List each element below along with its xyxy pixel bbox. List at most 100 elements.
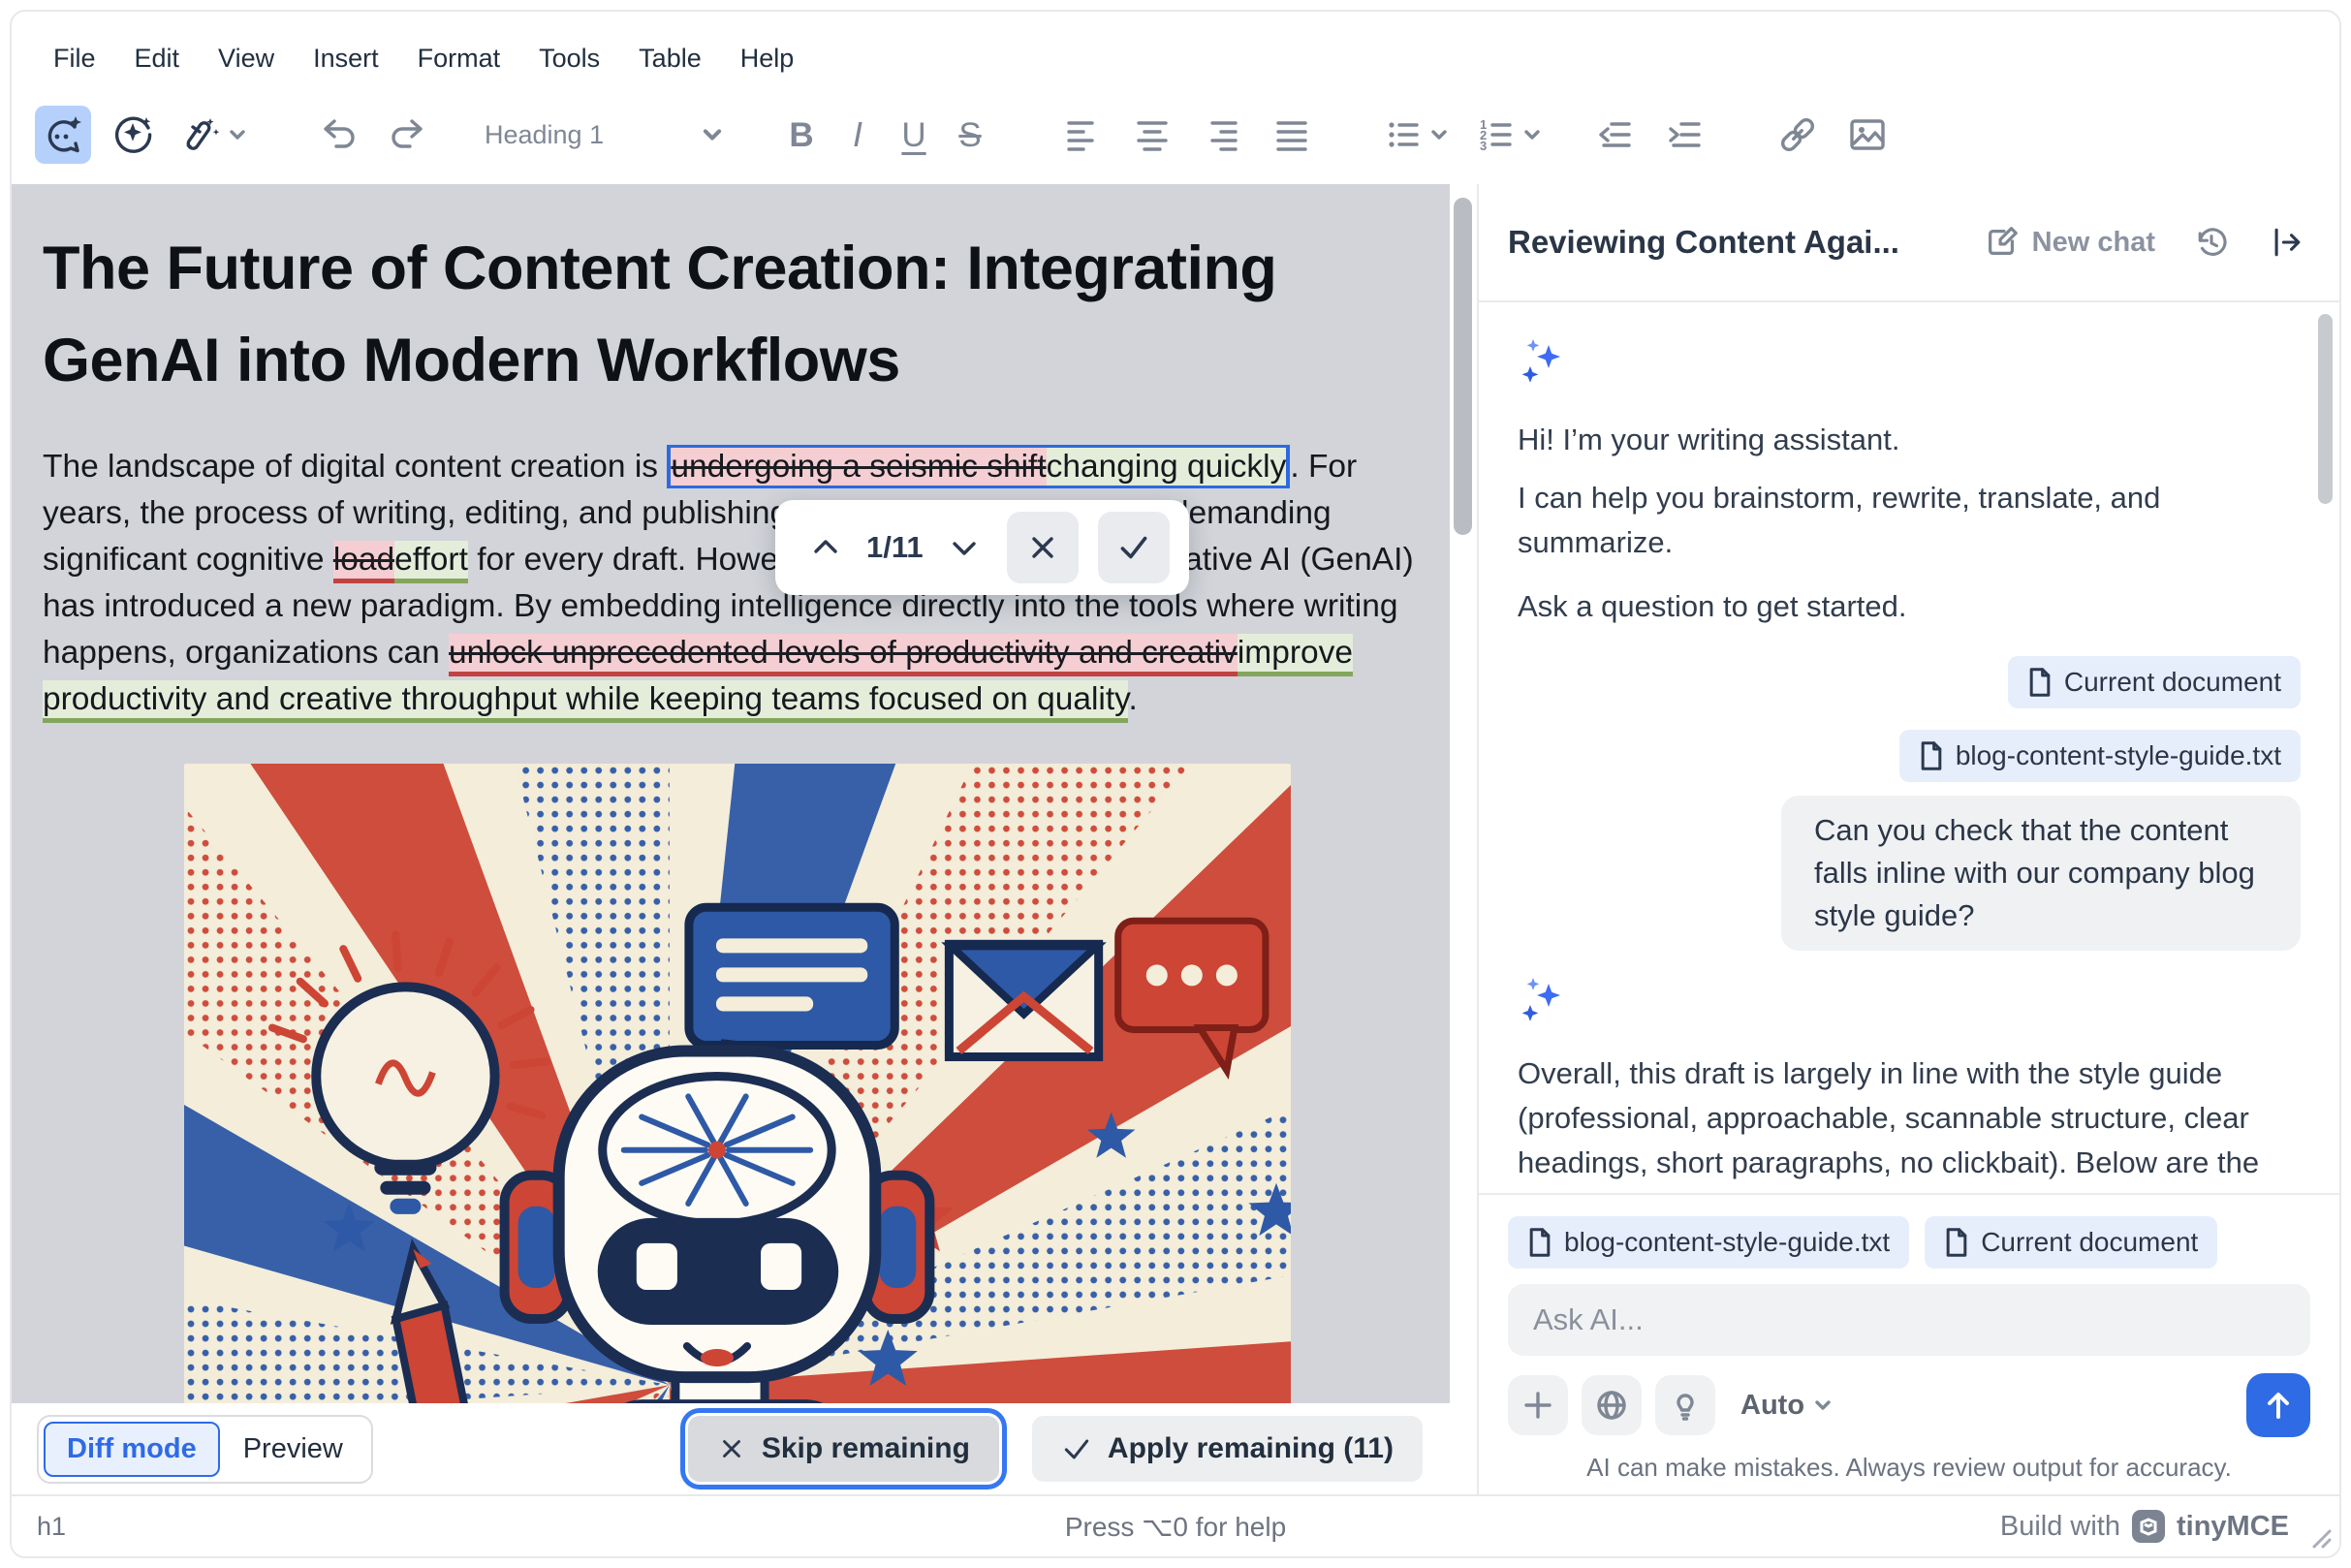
editor-scrollbar-thumb[interactable] (1454, 198, 1472, 535)
composer-chip-current-document[interactable]: Current document (1925, 1216, 2217, 1269)
send-button[interactable] (2246, 1373, 2310, 1437)
numbered-list-button[interactable]: 1 2 3 (1469, 106, 1549, 164)
menu-table[interactable]: Table (622, 36, 718, 81)
reject-diff-button[interactable] (1007, 512, 1079, 583)
history-icon (2192, 222, 2231, 263)
chat-history-button[interactable] (2186, 217, 2237, 267)
editor-scrollbar[interactable] (1450, 184, 1477, 1494)
link-button[interactable] (1770, 106, 1826, 164)
diff-del[interactable]: load (333, 541, 394, 583)
align-left-button[interactable] (1054, 106, 1111, 164)
bold-button[interactable]: B (773, 106, 830, 164)
menu-format[interactable]: Format (401, 36, 517, 81)
skip-remaining-button[interactable]: Skip remaining (688, 1416, 999, 1482)
chevron-down-icon (1812, 1395, 1834, 1416)
ask-ai-field[interactable] (1508, 1284, 2310, 1356)
ai-assistant-button[interactable] (35, 106, 91, 164)
document-paragraph[interactable]: The landscape of digital content creatio… (43, 444, 1421, 723)
document-icon (1944, 1228, 1969, 1257)
outdent-button[interactable] (1587, 106, 1644, 164)
diff-mode-toggle[interactable]: Diff mode (44, 1422, 220, 1477)
block-format-select[interactable]: Heading 1 (475, 106, 735, 164)
strikethrough-button[interactable]: S (942, 106, 998, 164)
insert-image-button[interactable] (1839, 106, 1896, 164)
outdent-icon (1594, 113, 1637, 156)
align-justify-icon (1270, 113, 1313, 156)
chevron-down-icon (947, 530, 982, 565)
new-chat-label: New chat (2032, 227, 2155, 259)
toolbar: Heading 1 B I U S (12, 85, 2339, 184)
context-chip-current-document[interactable]: Current document (2008, 656, 2301, 708)
globe-icon (1594, 1388, 1629, 1423)
diff-ins[interactable]: effort (394, 541, 468, 583)
chevron-down-icon (227, 124, 248, 145)
diff-del[interactable]: undergoing a seismic shift (671, 448, 1046, 486)
redo-button[interactable] (380, 106, 436, 164)
diff-ins[interactable]: changing quickly (1047, 448, 1287, 486)
underline-button[interactable]: U (886, 106, 942, 164)
ai-shortcuts-button[interactable] (105, 106, 161, 164)
menu-insert[interactable]: Insert (297, 36, 395, 81)
model-select[interactable]: Auto (1740, 1390, 1834, 1422)
element-path[interactable]: h1 (37, 1512, 66, 1542)
strikethrough-glyph: S (958, 118, 981, 152)
suggestions-button[interactable] (1655, 1375, 1715, 1435)
editor-pane: The Future of Content Creation: Integrat… (12, 184, 1479, 1494)
menu-view[interactable]: View (202, 36, 291, 81)
model-select-value: Auto (1740, 1390, 1804, 1422)
previous-diff-button[interactable] (802, 518, 849, 577)
tinymce-branding[interactable]: Build with tinyMCE (2000, 1510, 2289, 1543)
resize-handle-icon[interactable] (2306, 1523, 2332, 1549)
user-message: Can you check that the content falls inl… (1781, 796, 2301, 951)
check-icon (1061, 1433, 1092, 1464)
selected-diff[interactable]: undergoing a seismic shiftchanging quick… (667, 445, 1290, 488)
redo-icon (387, 113, 429, 156)
ai-assistant-sidebar: Reviewing Content Agai... New chat (1479, 184, 2339, 1494)
accept-diff-button[interactable] (1098, 512, 1170, 583)
add-attachment-button[interactable] (1508, 1375, 1568, 1435)
ai-disclaimer: AI can make mistakes. Always review outp… (1508, 1453, 2310, 1483)
ai-chat-icon (42, 113, 84, 156)
chevron-down-icon (1521, 124, 1543, 145)
magic-wand-icon (180, 113, 223, 156)
link-icon (1775, 112, 1820, 157)
context-chip-style-guide[interactable]: blog-content-style-guide.txt (1899, 730, 2301, 782)
ai-sparkles-icon (1518, 337, 1568, 388)
align-center-button[interactable] (1124, 106, 1180, 164)
composer-toolbar: Auto (1508, 1373, 2310, 1437)
composer-chip-style-guide[interactable]: blog-content-style-guide.txt (1508, 1216, 1909, 1269)
document-title[interactable]: The Future of Content Creation: Integrat… (43, 223, 1421, 407)
tinymce-logo-icon (2132, 1510, 2165, 1543)
bullet-list-icon (1382, 113, 1425, 156)
editor-content-area[interactable]: The Future of Content Creation: Integrat… (12, 184, 1450, 1494)
web-search-button[interactable] (1582, 1375, 1642, 1435)
skip-remaining-label: Skip remaining (762, 1432, 970, 1465)
apply-remaining-button[interactable]: Apply remaining (11) (1032, 1416, 1423, 1482)
document-image[interactable] (184, 764, 1291, 1436)
ai-quick-actions-button[interactable] (174, 106, 254, 164)
bullet-list-button[interactable] (1376, 106, 1456, 164)
menu-edit[interactable]: Edit (118, 36, 197, 81)
undo-button[interactable] (310, 106, 366, 164)
close-sidebar-button[interactable] (2262, 217, 2312, 267)
next-diff-button[interactable] (941, 518, 987, 577)
italic-button[interactable]: I (830, 106, 886, 164)
chat-transcript[interactable]: Hi! I’m your writing assistant. I can he… (1479, 302, 2339, 1193)
genai-popart-illustration (184, 764, 1291, 1436)
check-icon (1115, 529, 1152, 566)
x-icon (717, 1434, 746, 1463)
menu-file[interactable]: File (37, 36, 112, 81)
image-icon (1845, 112, 1890, 157)
indent-button[interactable] (1657, 106, 1713, 164)
diff-del[interactable]: unlock unprecedented levels of productiv… (449, 634, 1238, 676)
align-right-button[interactable] (1194, 106, 1250, 164)
chat-scrollbar-thumb[interactable] (2318, 314, 2333, 504)
new-chat-button[interactable]: New chat (1978, 223, 2161, 262)
menu-tools[interactable]: Tools (522, 36, 616, 81)
menu-help[interactable]: Help (724, 36, 811, 81)
ask-ai-input[interactable] (1531, 1301, 2287, 1338)
composer-context-chips: blog-content-style-guide.txt Current doc… (1508, 1216, 2310, 1269)
chat-composer: blog-content-style-guide.txt Current doc… (1479, 1193, 2339, 1494)
preview-toggle[interactable]: Preview (220, 1422, 366, 1477)
justify-button[interactable] (1264, 106, 1320, 164)
